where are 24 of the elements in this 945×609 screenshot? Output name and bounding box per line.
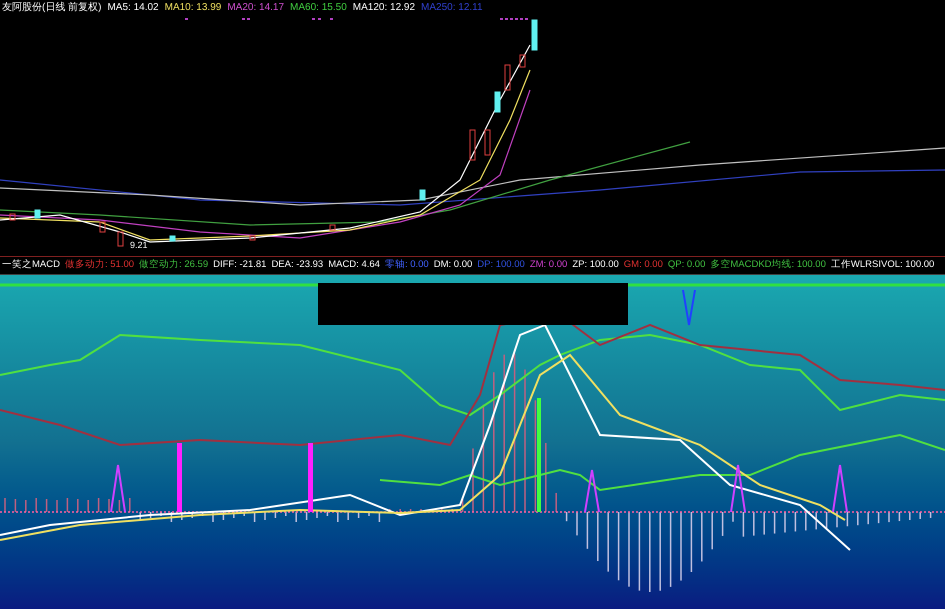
indicator-reading: ZP: 100.00 [572,258,619,272]
indicator-reading: QP: 0.00 [668,258,706,272]
moving-average-reading: MA60: 15.50 [290,1,347,15]
indicator-reading: ZM: 0.00 [530,258,568,272]
moving-average-reading: MA10: 13.99 [164,1,222,15]
indicator-reading: 做空动力: 26.59 [139,258,208,272]
indicator-reading: DEA: -23.93 [271,258,324,272]
indicator-reading: 零轴: 0.00 [384,258,429,272]
indicator-reading: DIFF: -21.81 [213,258,266,272]
moving-average-reading: MA120: 12.92 [352,1,416,15]
moving-average-reading: MA250: 12.11 [421,1,483,15]
low-price-label: 9.21 [130,240,148,250]
v-marker-icon [682,290,696,326]
indicator-reading: 多空MACDKD均线: 100.00 [710,258,826,272]
moving-average-reading: MA5: 14.02 [107,1,159,15]
indicator-reading: DM: 0.00 [434,258,472,272]
indicator-name: 一笑之MACD [2,258,60,272]
indicator-reading: 做多动力: 51.00 [64,258,134,272]
indicator-reading: 工作WLRSIVOL: 100.00 [830,258,934,272]
moving-average-reading: MA20: 14.17 [227,1,284,15]
indicator-reading: GM: 0.00 [624,258,663,272]
indicator-reading: MACD: 4.64 [328,258,380,272]
indicator-reading: DP: 100.00 [477,258,525,272]
chart-title: 友阿股份(日线 前复权) [2,1,102,15]
